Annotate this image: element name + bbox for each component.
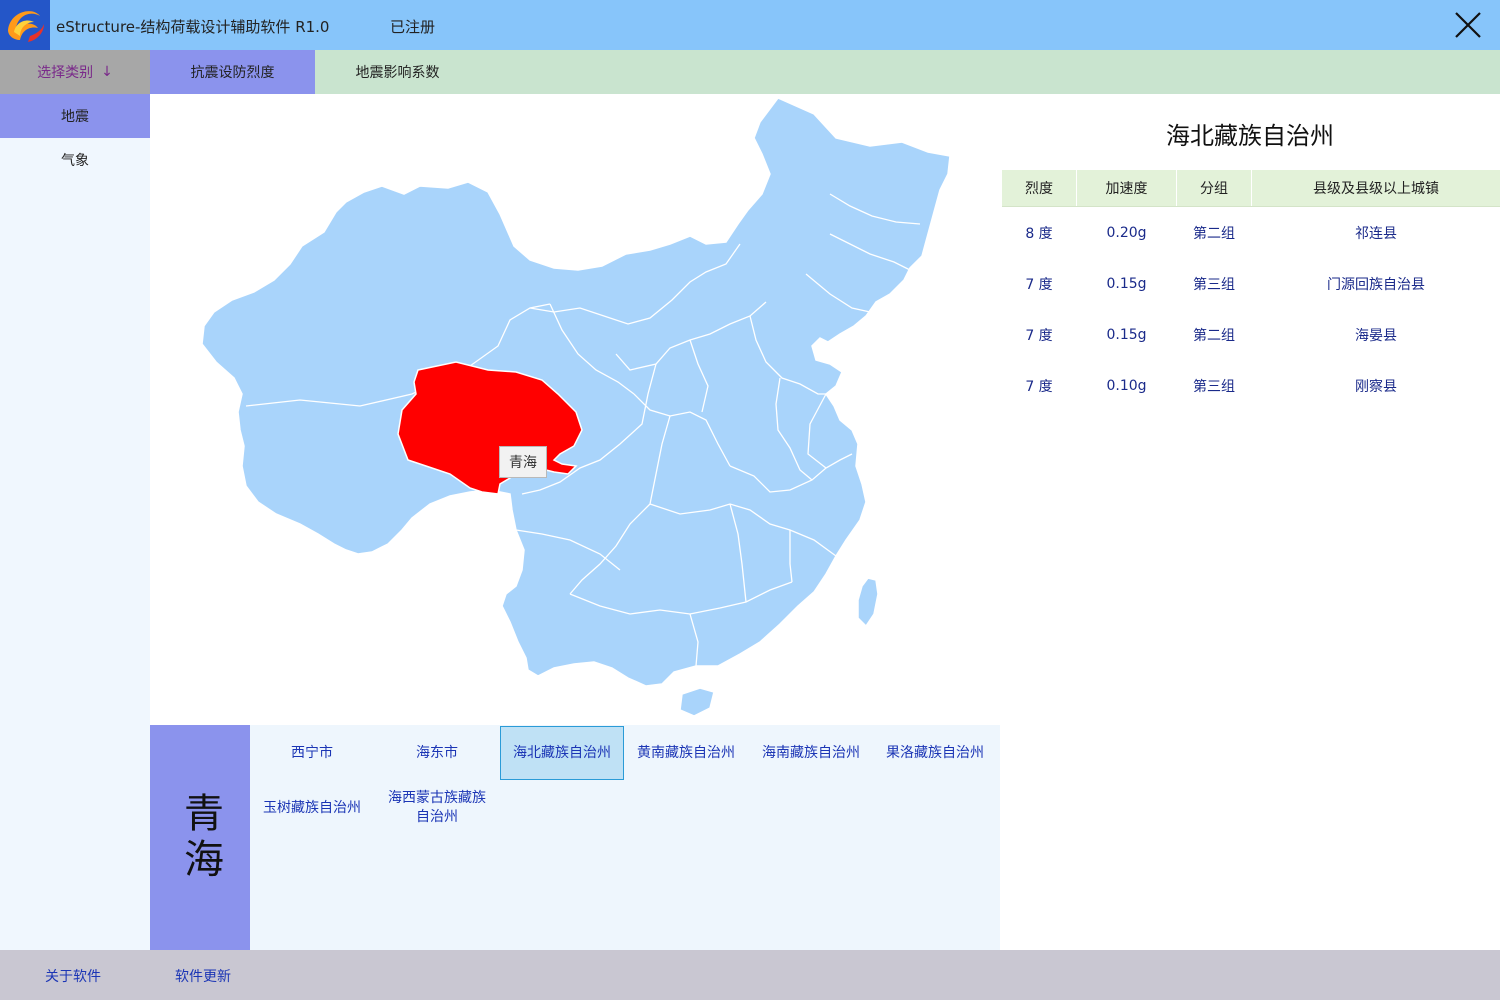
table-row: 7 度 0.15g 第三组 门源回族自治县 [1002, 258, 1500, 309]
column-header-intensity: 烈度 [1002, 170, 1077, 206]
title-bar: eStructure-结构荷载设计辅助软件 R1.0 已注册 [0, 0, 1500, 50]
table-header: 烈度 加速度 分组 县级及县级以上城镇 [1002, 170, 1500, 207]
sidebar: 地震 气象 [0, 94, 150, 950]
china-map-graphic [201, 97, 951, 717]
city-button-yushu[interactable]: 玉树藏族自治州 [250, 781, 374, 835]
cell-town: 刚察县 [1355, 378, 1397, 395]
software-update-link[interactable]: 软件更新 [175, 966, 231, 986]
about-software-link[interactable]: 关于软件 [45, 966, 101, 986]
column-header-town: 县级及县级以上城镇 [1313, 181, 1439, 197]
tab-label: 抗震设防烈度 [190, 65, 275, 81]
info-panel: 海北藏族自治州 烈度 加速度 分组 县级及县级以上城镇 8 度 0.20g 第二… [1000, 94, 1500, 950]
sidebar-item-earthquake[interactable]: 地震 [0, 94, 150, 138]
city-button-guoluo[interactable]: 果洛藏族自治州 [873, 726, 997, 780]
close-icon[interactable] [1446, 3, 1490, 47]
app-title: eStructure-结构荷载设计辅助软件 R1.0 [56, 18, 330, 36]
city-button-haixi[interactable]: 海西蒙古族藏族自治州 [375, 781, 499, 835]
category-selector-label: 选择类别 [37, 65, 94, 81]
city-button-haidong[interactable]: 海东市 [375, 726, 499, 780]
province-name: 青海 [150, 725, 250, 950]
city-button-xining[interactable]: 西宁市 [250, 726, 374, 780]
cell-town: 海晏县 [1355, 327, 1397, 344]
cell-intensity: 8 度 [1025, 225, 1053, 242]
cell-acceleration: 0.20g [1106, 224, 1147, 241]
map-taiwan [857, 577, 879, 628]
registration-status: 已注册 [390, 18, 436, 36]
china-map: 青海 [150, 94, 1000, 725]
column-header-acceleration: 加速度 [1077, 170, 1177, 206]
column-header-group: 分组 [1177, 170, 1252, 206]
cell-group: 第三组 [1193, 378, 1235, 395]
cell-intensity: 7 度 [1025, 276, 1053, 293]
arrow-down-icon: ↓ [101, 64, 113, 80]
sidebar-item-weather[interactable]: 气象 [0, 138, 150, 182]
tab-strip: 地震影响系数 [315, 50, 1500, 94]
footer-bar: 关于软件 软件更新 [0, 950, 1500, 1000]
cell-intensity: 7 度 [1025, 378, 1053, 395]
city-panel: 西宁市 海东市 海北藏族自治州 黄南藏族自治州 海南藏族自治州 果洛藏族自治州 … [250, 725, 1000, 950]
app-logo-icon [0, 0, 50, 50]
cell-acceleration: 0.10g [1106, 377, 1147, 394]
tab-label: 地震影响系数 [355, 65, 440, 81]
category-selector[interactable]: 选择类别 ↓ [0, 50, 150, 94]
table-row: 7 度 0.10g 第三组 刚察县 [1002, 360, 1500, 411]
region-title: 海北藏族自治州 [1166, 122, 1334, 150]
cell-town: 门源回族自治县 [1327, 276, 1425, 293]
table-row: 8 度 0.20g 第二组 祁连县 [1002, 207, 1500, 258]
tab-seismic-intensity[interactable]: 抗震设防烈度 [150, 50, 315, 94]
cell-acceleration: 0.15g [1106, 275, 1147, 292]
map-tooltip: 青海 [499, 446, 547, 478]
sidebar-item-label: 气象 [61, 153, 89, 169]
cell-town: 祁连县 [1355, 225, 1397, 242]
sidebar-item-label: 地震 [61, 109, 89, 125]
map-hainan [679, 687, 715, 717]
cell-group: 第二组 [1193, 225, 1235, 242]
cell-acceleration: 0.15g [1106, 326, 1147, 343]
cell-group: 第三组 [1193, 276, 1235, 293]
table-row: 7 度 0.15g 第二组 海晏县 [1002, 309, 1500, 360]
city-button-hainan[interactable]: 海南藏族自治州 [749, 726, 873, 780]
cell-group: 第二组 [1193, 327, 1235, 344]
cell-intensity: 7 度 [1025, 327, 1053, 344]
tab-seismic-coefficient[interactable]: 地震影响系数 [315, 50, 480, 94]
city-button-haibei[interactable]: 海北藏族自治州 [500, 726, 624, 780]
city-button-huangnan[interactable]: 黄南藏族自治州 [624, 726, 748, 780]
map-land [201, 97, 951, 687]
